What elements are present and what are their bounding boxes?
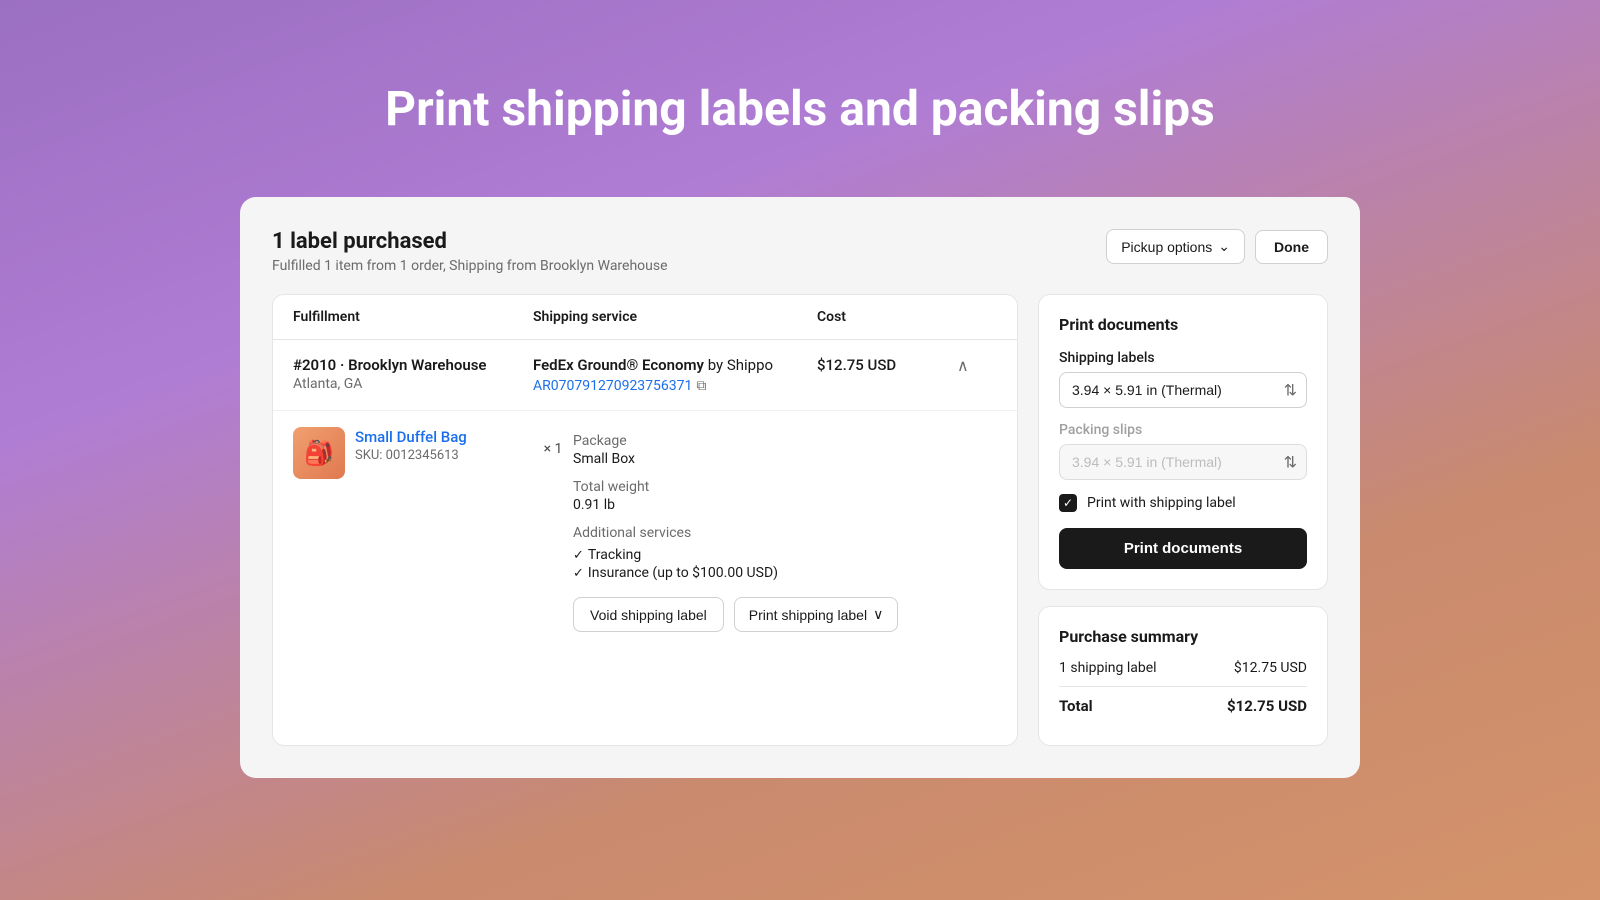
product-row-inner: 🎒 Small Duffel Bag SKU: 0012345613 × 1 P… [293,427,997,632]
packing-slips-label: Packing slips [1059,422,1307,438]
service-tracking: Tracking [573,547,997,563]
done-button[interactable]: Done [1255,230,1328,264]
col-shipping-service: Shipping service [533,309,817,325]
col-action [957,309,997,325]
card-subtitle: Fulfilled 1 item from 1 order, Shipping … [272,258,668,274]
print-documents-card: Print documents Shipping labels 3.94 × 5… [1038,294,1328,590]
location: Atlanta, GA [293,376,533,392]
label-count: 1 label purchased [272,229,668,254]
right-panel: Print documents Shipping labels 3.94 × 5… [1038,294,1328,746]
shipping-service-info: FedEx Ground® Economy by Shippo AR070791… [533,356,817,394]
copy-icon[interactable]: ⧉ [696,378,706,394]
page-title: Print shipping labels and packing slips [385,80,1215,137]
summary-item-value: $12.75 USD [1234,660,1307,676]
product-details: Small Duffel Bag SKU: 0012345613 [355,427,467,463]
print-documents-button[interactable]: Print documents [1059,528,1307,569]
table-row: #2010 · Brooklyn Warehouse Atlanta, GA F… [273,340,1017,411]
product-sku: SKU: 0012345613 [355,448,467,463]
print-with-label-checkbox[interactable] [1059,494,1077,512]
card-header-right: Pickup options Done [1106,229,1328,264]
shipping-labels-select[interactable]: 3.94 × 5.91 in (Thermal) [1059,372,1307,408]
product-row: 🎒 Small Duffel Bag SKU: 0012345613 × 1 P… [273,411,1017,648]
package-label: Package [573,433,997,449]
packing-slips-select[interactable]: 3.94 × 5.91 in (Thermal) [1059,444,1307,480]
additional-services-label: Additional services [573,525,997,541]
weight-label: Total weight [573,479,997,495]
purchase-summary-title: Purchase summary [1059,627,1307,646]
summary-total-label: Total [1059,697,1093,715]
col-cost: Cost [817,309,957,325]
fulfillment-table: Fulfillment Shipping service Cost #2010 … [272,294,1018,746]
package-group: Package Small Box [573,433,997,467]
product-thumbnail: 🎒 [293,427,345,479]
action-buttons: Void shipping label Print shipping label… [573,597,997,632]
shipping-labels-select-wrapper: 3.94 × 5.91 in (Thermal) ⇅ [1059,372,1307,408]
table-header: Fulfillment Shipping service Cost [273,295,1017,340]
service-name: FedEx Ground® Economy by Shippo [533,356,817,374]
print-with-label-label: Print with shipping label [1087,495,1236,511]
service-insurance: Insurance (up to $100.00 USD) [573,565,997,581]
checkbox-row: Print with shipping label [1059,494,1307,512]
package-value: Small Box [573,451,997,467]
tracking-link[interactable]: AR070791270923756371 ⧉ [533,378,706,394]
pickup-options-button[interactable]: Pickup options [1106,229,1245,264]
card-header: 1 label purchased Fulfilled 1 item from … [272,229,1328,274]
print-documents-title: Print documents [1059,315,1307,334]
fulfillment-info: #2010 · Brooklyn Warehouse Atlanta, GA [293,356,533,392]
shipping-labels-label: Shipping labels [1059,350,1307,366]
tracking-number: AR070791270923756371 [533,378,692,394]
main-card: 1 label purchased Fulfilled 1 item from … [240,197,1360,778]
pickup-options-label: Pickup options [1121,239,1212,255]
service-name-rest: by Shippo [704,356,773,374]
cost-cell: $12.75 USD [817,356,957,374]
purchase-summary-card: Purchase summary 1 shipping label $12.75… [1038,606,1328,746]
summary-total-value: $12.75 USD [1227,697,1307,715]
print-label-text: Print shipping label [749,607,867,623]
card-header-left: 1 label purchased Fulfilled 1 item from … [272,229,668,274]
service-name-bold: FedEx Ground® Economy [533,356,704,374]
void-label-button[interactable]: Void shipping label [573,597,724,632]
order-id: #2010 · Brooklyn Warehouse [293,356,533,374]
product-info-left: 🎒 Small Duffel Bag SKU: 0012345613 [293,427,533,479]
weight-value: 0.91 lb [573,497,997,513]
product-name-link[interactable]: Small Duffel Bag [355,428,467,446]
print-label-button[interactable]: Print shipping label ∨ [734,597,899,632]
summary-total-row: Total $12.75 USD [1059,686,1307,715]
print-label-chevron-icon: ∨ [873,606,883,623]
summary-row-label: 1 shipping label $12.75 USD [1059,660,1307,676]
chevron-down-icon [1218,238,1230,255]
packing-slips-select-wrapper: 3.94 × 5.91 in (Thermal) ⇅ [1059,444,1307,480]
summary-item-label: 1 shipping label [1059,660,1157,676]
card-body: Fulfillment Shipping service Cost #2010 … [272,294,1328,746]
chevron-up-icon[interactable]: ∧ [957,356,997,375]
col-fulfillment: Fulfillment [293,309,533,325]
quantity-cell: × 1 [533,427,573,457]
weight-group: Total weight 0.91 lb [573,479,997,513]
package-details: Package Small Box Total weight 0.91 lb A… [573,427,997,632]
